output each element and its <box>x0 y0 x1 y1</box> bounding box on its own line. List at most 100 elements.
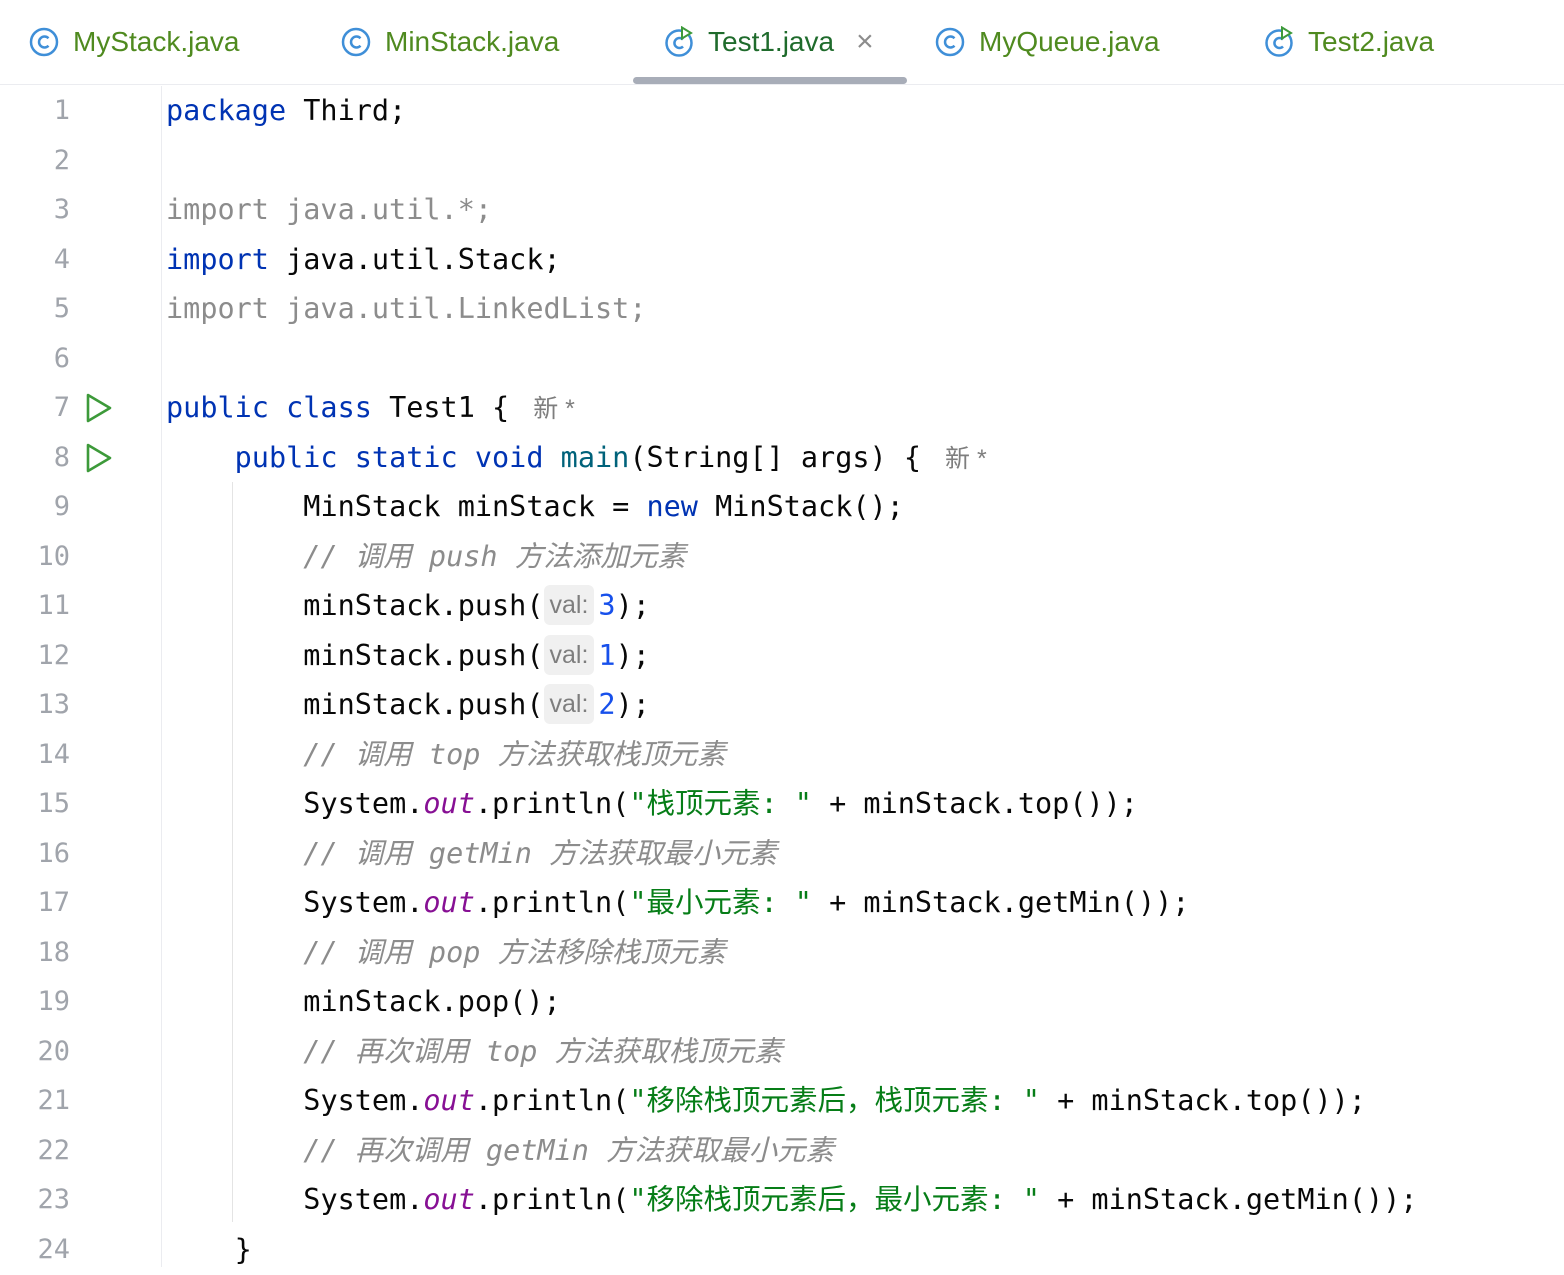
line-number: 8 <box>53 442 70 473</box>
editor-tab-bar: MyStack.java MinStack.java Test1.java × … <box>0 0 1564 85</box>
code-segment: System. <box>303 1183 424 1216</box>
code-text[interactable]: // 再次调用 top 方法获取栈顶元素 <box>166 1027 783 1077</box>
code-segment: System. <box>303 1084 424 1117</box>
comment: // 再次调用 getMin 方法获取最小元素 <box>303 1134 835 1167</box>
code-segment: .println( <box>474 1183 630 1216</box>
unused-import[interactable]: import java.util.LinkedList; <box>166 284 646 334</box>
code-segment: minStack.push( <box>303 639 544 672</box>
code-text[interactable]: System.out.println("移除栈顶元素后，栈顶元素: " + mi… <box>166 1076 1366 1126</box>
keyword: package <box>166 94 287 127</box>
tab-test1[interactable]: Test1.java × <box>663 0 874 84</box>
unused-import[interactable]: import java.util.*; <box>166 185 492 235</box>
tab-label: MyStack.java <box>73 26 240 57</box>
code-text[interactable]: // 调用 top 方法获取栈顶元素 <box>166 730 726 780</box>
static-field: out <box>423 1183 475 1216</box>
code-line: 12 minStack.push(val: 1); <box>0 631 1564 681</box>
static-field: out <box>423 1084 475 1117</box>
line-number: 13 <box>37 689 70 720</box>
string-literal: "移除栈顶元素后，栈顶元素: " <box>629 1084 1040 1117</box>
string-literal: "最小元素: " <box>629 886 812 919</box>
line-number: 24 <box>37 1234 70 1265</box>
code-segment: + minStack.top()); <box>811 787 1138 820</box>
code-line: 13 minStack.push(val: 2); <box>0 680 1564 730</box>
code-segment: ); <box>615 589 650 622</box>
method-name: main <box>560 441 630 474</box>
comment: // 调用 push 方法添加元素 <box>303 540 686 573</box>
code-text[interactable]: // 调用 pop 方法移除栈顶元素 <box>166 928 725 978</box>
code-text[interactable]: minStack.push(val: 2); <box>166 680 650 730</box>
code-text[interactable]: minStack.push(val: 3); <box>166 581 650 631</box>
parameter-hint: val: <box>543 684 595 724</box>
line-number: 2 <box>53 145 70 176</box>
active-tab-indicator <box>633 77 907 84</box>
close-icon[interactable]: × <box>856 25 874 59</box>
keyword: import <box>166 243 269 276</box>
code-text[interactable]: minStack.push(val: 1); <box>166 631 650 681</box>
comment: // 调用 top 方法获取栈顶元素 <box>303 738 726 771</box>
code-text[interactable]: public class Test1 {新 * <box>166 383 575 434</box>
code-segment: + minStack.getMin()); <box>811 886 1190 919</box>
tab-label: MyQueue.java <box>979 26 1160 57</box>
runnable-class-icon <box>665 26 693 57</box>
author-inlay-hint[interactable]: 新 * <box>533 395 575 423</box>
author-inlay-hint[interactable]: 新 * <box>945 445 987 473</box>
line-number: 17 <box>37 887 70 918</box>
keyword: new <box>646 490 698 523</box>
code-segment: } <box>234 1233 252 1266</box>
code-text[interactable]: // 再次调用 getMin 方法获取最小元素 <box>166 1126 834 1176</box>
code-text[interactable]: MinStack minStack = new MinStack(); <box>166 482 904 532</box>
line-number: 23 <box>37 1184 70 1215</box>
static-field: out <box>423 886 475 919</box>
code-text[interactable]: // 调用 push 方法添加元素 <box>166 532 686 582</box>
line-number: 16 <box>37 838 70 869</box>
class-icon <box>935 27 965 57</box>
code-editor[interactable]: 1 package Third; 2 3 import java.util.*;… <box>0 86 1564 1267</box>
code-line: 15 System.out.println("栈顶元素: " + minStac… <box>0 779 1564 829</box>
code-segment: MinStack(); <box>697 490 904 523</box>
string-literal: "栈顶元素: " <box>629 787 812 820</box>
code-line: 2 <box>0 136 1564 186</box>
run-icon[interactable] <box>82 392 114 424</box>
static-field: out <box>423 787 475 820</box>
class-icon <box>341 27 371 57</box>
code-line: 7 public class Test1 {新 * <box>0 383 1564 433</box>
parameter-hint: val: <box>543 635 595 675</box>
code-segment: minStack.push( <box>303 589 544 622</box>
line-number: 1 <box>53 95 70 126</box>
line-number: 11 <box>37 590 70 621</box>
tab-myqueue[interactable]: MyQueue.java <box>934 0 1160 84</box>
code-text[interactable]: public static void main(String[] args) {… <box>166 433 987 484</box>
code-text[interactable]: System.out.println("移除栈顶元素后，最小元素: " + mi… <box>166 1175 1417 1225</box>
code-segment: .println( <box>474 787 630 820</box>
keyword: public static void <box>234 441 544 474</box>
tab-test2[interactable]: Test2.java <box>1263 0 1434 84</box>
line-number: 14 <box>37 739 70 770</box>
tab-minstack[interactable]: MinStack.java <box>340 0 559 84</box>
code-text[interactable]: minStack.pop(); <box>166 977 561 1027</box>
run-icon[interactable] <box>82 442 114 474</box>
code-text[interactable]: } <box>166 1225 252 1275</box>
code-segment: java.util.Stack; <box>268 243 561 276</box>
code-text[interactable]: System.out.println("栈顶元素: " + minStack.t… <box>166 779 1138 829</box>
code-line: 10 // 调用 push 方法添加元素 <box>0 532 1564 582</box>
code-line: 14 // 调用 top 方法获取栈顶元素 <box>0 730 1564 780</box>
line-number: 19 <box>37 986 70 1017</box>
code-text[interactable]: // 调用 getMin 方法获取最小元素 <box>166 829 777 879</box>
code-line: 20 // 再次调用 top 方法获取栈顶元素 <box>0 1027 1564 1077</box>
comment: // 再次调用 top 方法获取栈顶元素 <box>303 1035 783 1068</box>
code-text[interactable]: import java.util.Stack; <box>166 235 561 285</box>
code-segment: .println( <box>474 886 630 919</box>
tab-mystack[interactable]: MyStack.java <box>28 0 240 84</box>
code-text[interactable]: System.out.println("最小元素: " + minStack.g… <box>166 878 1189 928</box>
code-segment: minStack.push( <box>303 688 544 721</box>
code-text[interactable]: package Third; <box>166 86 406 136</box>
line-number: 12 <box>37 640 70 671</box>
code-segment: System. <box>303 787 424 820</box>
line-number: 18 <box>37 937 70 968</box>
code-line: 9 MinStack minStack = new MinStack(); <box>0 482 1564 532</box>
class-icon <box>29 27 59 57</box>
number-literal: 3 <box>598 589 616 622</box>
line-number: 7 <box>53 392 70 423</box>
code-line: 19 minStack.pop(); <box>0 977 1564 1027</box>
code-segment: minStack.pop(); <box>303 985 561 1018</box>
